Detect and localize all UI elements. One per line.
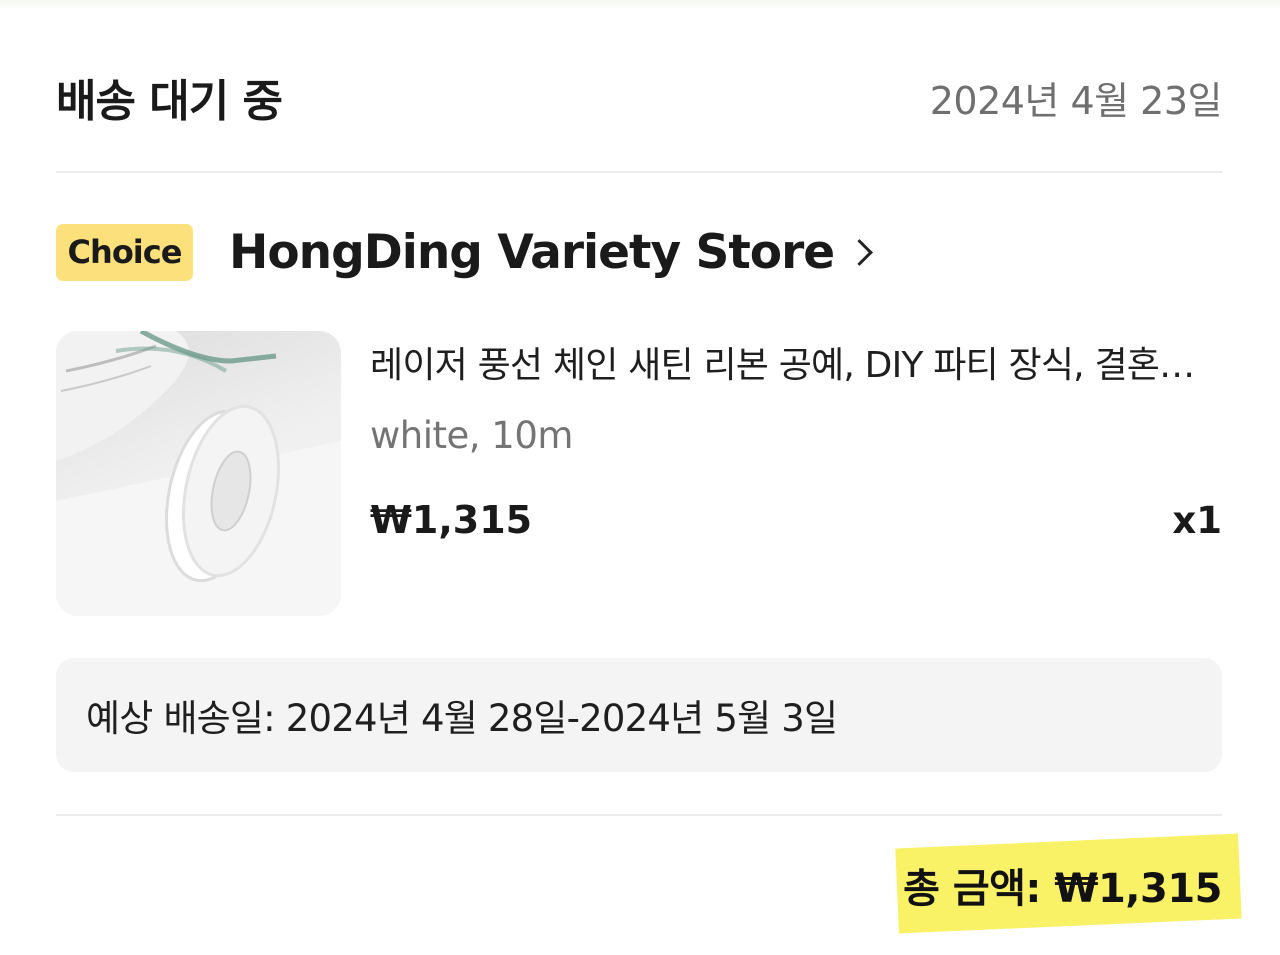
order-date: 2024년 4월 23일 bbox=[929, 78, 1223, 123]
header-divider bbox=[56, 171, 1222, 173]
product-title[interactable]: 레이저 풍선 체인 새틴 리본 공예, DIY 파티 장식, 결혼식 생일 선물… bbox=[370, 336, 1205, 388]
product-variant: white, 10m bbox=[370, 414, 573, 457]
price-row: ₩1,315 x1 bbox=[370, 498, 1222, 542]
chevron-right-icon bbox=[846, 238, 874, 266]
store-link[interactable]: Choice HongDing Variety Store bbox=[56, 222, 874, 282]
choice-badge: Choice bbox=[56, 223, 193, 281]
total-amount: 총 금액: ₩1,315 bbox=[895, 833, 1242, 934]
footer-divider bbox=[56, 814, 1222, 816]
product-quantity: x1 bbox=[1172, 498, 1222, 542]
product-price: ₩1,315 bbox=[370, 498, 533, 542]
top-strip bbox=[0, 0, 1280, 10]
product-info: 레이저 풍선 체인 새틴 리본 공예, DIY 파티 장식, 결혼식 생일 선물… bbox=[370, 336, 1222, 457]
order-header: 배송 대기 중 2024년 4월 23일 bbox=[56, 62, 1223, 132]
order-status-title: 배송 대기 중 bbox=[56, 76, 283, 127]
store-name: HongDing Variety Store bbox=[229, 224, 835, 280]
total-amount-text: 총 금액: ₩1,315 bbox=[903, 866, 1222, 912]
ribbon-roll-image bbox=[56, 331, 341, 616]
estimated-delivery-text: 예상 배송일: 2024년 4월 28일-2024년 5월 3일 bbox=[86, 697, 838, 740]
estimated-delivery-box: 예상 배송일: 2024년 4월 28일-2024년 5월 3일 bbox=[56, 658, 1222, 772]
product-image[interactable] bbox=[56, 331, 341, 616]
